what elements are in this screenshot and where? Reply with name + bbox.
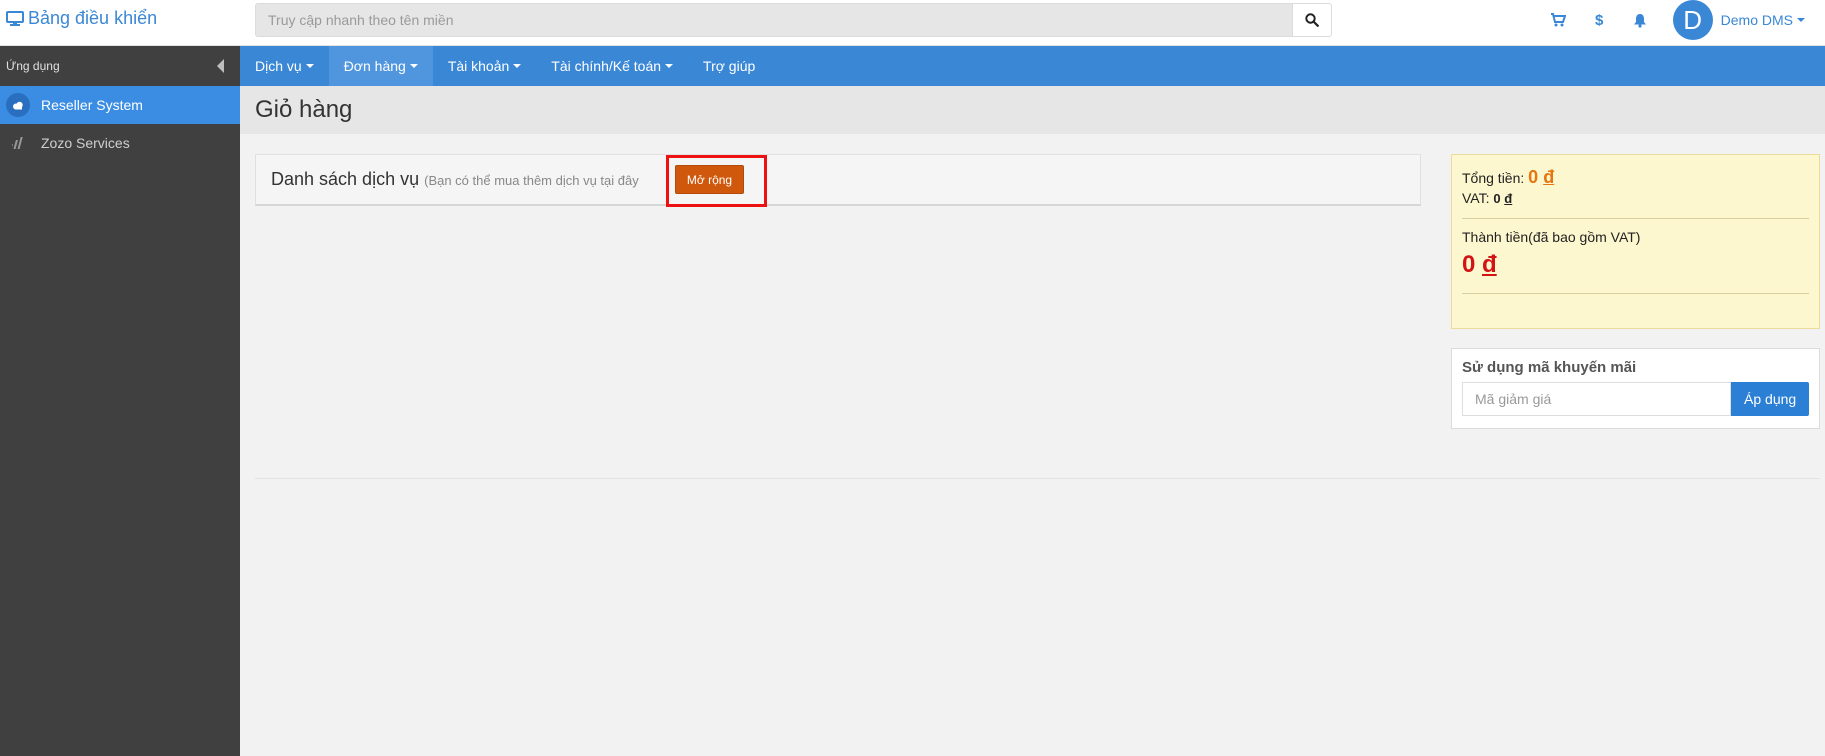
caret-down-icon xyxy=(409,64,418,68)
services-heading: Danh sách dịch vụ (Bạn có thể mua thêm d… xyxy=(271,169,639,190)
page-header: Giỏ hàng xyxy=(240,86,1825,134)
search-icon xyxy=(1305,13,1319,27)
chevron-down-icon xyxy=(1797,18,1805,22)
dollar-icon: $ xyxy=(1594,11,1604,29)
vat-amount: 0 xyxy=(1493,191,1501,206)
monitor-icon xyxy=(6,10,24,26)
promo-title: Sử dụng mã khuyến mãi xyxy=(1462,359,1637,376)
search-bar xyxy=(255,3,1332,37)
final-amount: 0 xyxy=(1462,251,1476,278)
total-value: 0 đ xyxy=(1528,167,1554,187)
total-row: Tổng tiền: 0 đ xyxy=(1462,167,1809,188)
apply-promo-button[interactable]: Áp dụng xyxy=(1731,382,1809,416)
nav-label: Trợ giúp xyxy=(703,58,756,74)
sidebar-header: Ứng dụng xyxy=(0,46,240,86)
main-nav: Dịch vụ Đơn hàng Tài khoản Tài chính/Kế … xyxy=(240,46,1825,86)
order-summary: Tổng tiền: 0 đ VAT: 0 đ Thành tiền(đã ba… xyxy=(1451,154,1820,329)
sidebar-item-label: Reseller System xyxy=(41,97,143,113)
vat-row: VAT: 0 đ xyxy=(1462,190,1809,206)
final-label: Thành tiền(đã bao gồm VAT) xyxy=(1462,229,1641,245)
total-label: Tổng tiền: xyxy=(1462,170,1525,186)
sidebar-item-label: Zozo Services xyxy=(41,135,130,151)
services-panel: Danh sách dịch vụ (Bạn có thể mua thêm d… xyxy=(255,154,1421,206)
sidebar-item-zozo-services[interactable]: Zozo Services xyxy=(0,124,240,162)
sidebar-item-reseller-system[interactable]: Reseller System xyxy=(0,86,240,124)
summary-divider xyxy=(1462,218,1809,219)
nav-tro-giup[interactable]: Trợ giúp xyxy=(688,46,770,86)
nav-label: Dịch vụ xyxy=(255,58,302,74)
currency-symbol: đ xyxy=(1482,251,1497,278)
bars-icon xyxy=(6,131,30,155)
services-note: (Bạn có thể mua thêm dịch vụ tại đây xyxy=(424,173,639,188)
expand-button[interactable]: Mở rộng xyxy=(675,165,744,194)
collapse-sidebar-icon[interactable] xyxy=(217,59,224,73)
nav-don-hang[interactable]: Đơn hàng xyxy=(328,46,433,86)
promo-panel: Sử dụng mã khuyến mãi Áp dụng xyxy=(1451,348,1820,429)
nav-label: Tài khoản xyxy=(447,58,510,74)
top-icons: $ D Demo DMS xyxy=(1538,0,1825,40)
search-button[interactable] xyxy=(1293,3,1332,37)
balance-button[interactable]: $ xyxy=(1579,0,1620,40)
nav-tai-khoan[interactable]: Tài khoản xyxy=(433,46,536,86)
cart-icon xyxy=(1551,13,1567,27)
caret-down-icon xyxy=(665,64,674,68)
brand-link[interactable]: Bảng điều khiển xyxy=(6,8,157,29)
user-name: Demo DMS xyxy=(1720,12,1793,28)
promo-row: Áp dụng xyxy=(1462,382,1809,416)
user-menu[interactable]: D Demo DMS xyxy=(1672,0,1805,40)
cloud-icon xyxy=(6,93,30,117)
currency-symbol: đ xyxy=(1543,167,1555,187)
final-value: 0 đ xyxy=(1462,251,1809,279)
sidebar-title: Ứng dụng xyxy=(6,59,60,73)
nav-dich-vu[interactable]: Dịch vụ xyxy=(240,46,329,86)
cart-button[interactable] xyxy=(1538,0,1579,40)
bell-icon xyxy=(1634,13,1647,28)
services-title: Danh sách dịch vụ xyxy=(271,169,420,189)
content-divider xyxy=(255,478,1820,479)
notifications-button[interactable] xyxy=(1620,0,1661,40)
avatar: D xyxy=(1672,0,1713,40)
nav-label: Đơn hàng xyxy=(343,58,406,74)
top-bar: Bảng điều khiển $ D xyxy=(0,0,1825,46)
caret-down-icon xyxy=(305,64,314,68)
promo-code-input[interactable] xyxy=(1462,382,1732,416)
caret-down-icon xyxy=(513,64,522,68)
nav-tai-chinh[interactable]: Tài chính/Kế toán xyxy=(536,46,688,86)
vat-value: 0 đ xyxy=(1493,191,1512,206)
sidebar: Ứng dụng Reseller System Zozo Services xyxy=(0,46,240,756)
currency-symbol: đ xyxy=(1504,191,1513,206)
search-input[interactable] xyxy=(255,3,1293,37)
total-amount: 0 xyxy=(1528,167,1539,187)
brand-title: Bảng điều khiển xyxy=(28,8,158,28)
summary-divider xyxy=(1462,293,1809,294)
page-title: Giỏ hàng xyxy=(255,96,353,123)
vat-label: VAT: xyxy=(1462,190,1490,206)
nav-label: Tài chính/Kế toán xyxy=(551,58,662,74)
